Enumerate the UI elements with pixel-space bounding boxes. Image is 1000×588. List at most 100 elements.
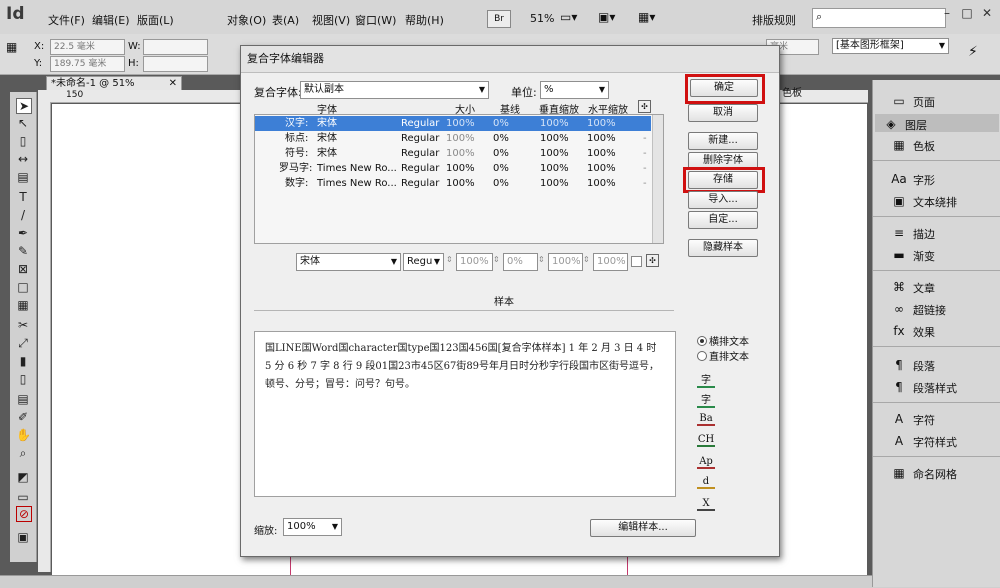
page-tool-icon[interactable]: ▯ — [16, 134, 30, 148]
panel-separator — [873, 160, 1000, 161]
table-row[interactable]: 符号: 宋体 Regular 100% 0% 100% 100% - — [255, 146, 651, 161]
custom-button[interactable]: 自定... — [688, 211, 758, 229]
reference-point-icon[interactable]: ▦ — [6, 40, 17, 54]
save-button[interactable]: 存储 — [688, 171, 758, 189]
edit-font-select[interactable]: 宋体 ▼ — [296, 253, 401, 271]
zoom-level[interactable]: 51% — [530, 12, 554, 25]
pencil-tool-icon[interactable]: ✎ — [16, 244, 30, 258]
arrange-documents-icon[interactable]: ▦▾ — [638, 10, 655, 24]
width-field[interactable] — [143, 39, 208, 55]
hand-tool-icon[interactable]: ✋ — [16, 428, 31, 442]
bridge-button[interactable]: Br — [487, 10, 511, 28]
unit-select[interactable]: % ▼ — [540, 81, 609, 99]
free-transform-tool-icon[interactable]: ⤢ — [16, 336, 30, 350]
minimize-icon[interactable]: – — [938, 6, 956, 20]
hscale-stepper-icon[interactable]: ⇕ — [583, 255, 590, 264]
swatches-panel-tab[interactable]: 色板 — [782, 84, 862, 99]
rectangle-tool-icon[interactable]: □ — [16, 280, 30, 294]
menu-edit[interactable]: 编辑(E) — [92, 12, 130, 28]
zoom-select[interactable]: 100% ▼ — [283, 518, 342, 536]
menu-window[interactable]: 窗口(W) — [355, 12, 396, 28]
view-options-icon[interactable]: ▭▾ — [560, 10, 577, 24]
composite-font-select[interactable]: 默认副本 ▼ — [300, 81, 489, 99]
layers-icon: ◈ — [886, 117, 896, 131]
x-height-icon[interactable]: X — [697, 498, 715, 511]
screen-mode-icon[interactable]: ▣▾ — [598, 10, 615, 24]
content-collector-icon[interactable]: ▤ — [16, 170, 30, 184]
menu-object[interactable]: 对象(O) — [227, 12, 266, 28]
height-field[interactable] — [143, 56, 208, 72]
edit-baseline-field[interactable]: 0% — [503, 253, 538, 271]
dialog-title: 复合字体编辑器 — [247, 52, 324, 65]
paragraph-style-icon: ¶ — [895, 380, 903, 394]
table-tool-icon[interactable]: ▦ — [16, 298, 30, 312]
size-stepper-icon[interactable]: ⇕ — [446, 255, 453, 264]
type-tool-icon[interactable]: T — [16, 190, 30, 204]
gradient-feather-tool-icon[interactable]: ▯ — [16, 372, 30, 386]
table-row[interactable]: 汉字: 宋体 Regular 100% 0% 100% 100% — [255, 116, 651, 131]
hide-sample-button[interactable]: 隐藏样本 — [688, 239, 758, 257]
maximize-icon[interactable]: □ — [958, 6, 976, 20]
workspace-switcher[interactable]: 排版规则 — [752, 12, 796, 28]
ichar-face-box-icon[interactable]: 字 — [697, 391, 715, 408]
new-button[interactable]: 新建... — [688, 132, 758, 150]
table-row[interactable]: 标点: 宋体 Regular 100% 0% 100% 100% - — [255, 131, 651, 146]
edit-vscale-field[interactable]: 100% — [548, 253, 583, 271]
tab-close-icon[interactable]: ✕ — [169, 77, 177, 91]
edit-style-select[interactable]: Regu ▼ — [403, 253, 444, 271]
menu-layout[interactable]: 版面(L) — [137, 12, 174, 28]
baseline-icon[interactable]: Ba — [697, 413, 715, 426]
selection-tool-icon[interactable]: ➤ — [16, 98, 32, 114]
gap-tool-icon[interactable]: ↔ — [16, 152, 30, 166]
grid-settings-icon[interactable]: ✣ — [638, 100, 651, 113]
panel-separator — [873, 346, 1000, 347]
menu-file[interactable]: 文件(F) — [48, 12, 85, 28]
baseline-stepper-icon[interactable]: ⇕ — [493, 255, 500, 264]
gradient-swatch-tool-icon[interactable]: ▮ — [16, 354, 30, 368]
cap-height-icon[interactable]: CH — [697, 434, 715, 447]
cancel-button[interactable]: 取消 — [688, 104, 758, 122]
table-row[interactable]: 数字: Times New Ro... Regular 100% 0% 100%… — [255, 176, 651, 191]
edit-hscale-field[interactable]: 100% — [593, 253, 628, 271]
table-scrollbar[interactable] — [652, 115, 663, 243]
object-style-select[interactable]: [基本图形框架] ▼ — [832, 38, 949, 54]
scissors-tool-icon[interactable]: ✂ — [16, 318, 30, 332]
vertical-text-radio[interactable] — [697, 351, 707, 361]
line-tool-icon[interactable]: / — [16, 208, 30, 222]
lightning-icon[interactable]: ⚡ — [968, 44, 978, 60]
formatting-affects-icon[interactable]: ▭ — [16, 490, 30, 504]
menu-help[interactable]: 帮助(H) — [405, 12, 444, 28]
named-grid-icon: ▦ — [893, 466, 905, 480]
ok-button[interactable]: 确定 — [690, 79, 758, 97]
horizontal-text-radio[interactable] — [697, 336, 707, 346]
character-style-icon: A — [894, 434, 904, 448]
descender-icon[interactable]: d — [697, 476, 715, 489]
panel-layers[interactable]: ◈ 图层 — [875, 114, 999, 132]
x-position-field[interactable]: 22.5 毫米 — [50, 39, 125, 55]
rectangle-frame-tool-icon[interactable]: ⊠ — [16, 262, 30, 276]
menu-table[interactable]: 表(A) — [272, 12, 299, 28]
edit-sample-button[interactable]: 编辑样本... — [590, 519, 696, 537]
edit-grid-icon[interactable]: ✣ — [646, 254, 659, 267]
import-button[interactable]: 导入... — [688, 191, 758, 209]
ideographic-box-icon[interactable]: 字 — [697, 371, 715, 388]
zoom-tool-icon[interactable]: ⌕ — [16, 446, 30, 460]
vscale-stepper-icon[interactable]: ⇕ — [538, 255, 545, 264]
close-icon[interactable]: ✕ — [978, 6, 996, 20]
note-tool-icon[interactable]: ▤ — [16, 392, 30, 406]
direct-selection-tool-icon[interactable]: ↖ — [16, 116, 30, 130]
fill-stroke-icon[interactable]: ◩ — [16, 470, 30, 484]
screen-mode-tool-icon[interactable]: ▣ — [16, 530, 30, 544]
table-row[interactable]: 罗马字: Times New Ro... Regular 100% 0% 100… — [255, 161, 651, 176]
pen-tool-icon[interactable]: ✒ — [16, 226, 30, 240]
ascender-icon[interactable]: Ap — [697, 456, 715, 469]
search-input[interactable]: ⌕ — [812, 8, 946, 28]
dialog-title-bar[interactable]: 复合字体编辑器 — [241, 46, 779, 73]
apply-none-icon[interactable]: ⊘ — [16, 506, 32, 522]
eyedropper-tool-icon[interactable]: ✐ — [16, 410, 30, 424]
x-label: X: — [34, 41, 45, 52]
y-position-field[interactable]: 189.75 毫米 — [50, 56, 125, 72]
menu-view[interactable]: 视图(V) — [312, 12, 350, 28]
edit-checkbox[interactable] — [631, 256, 642, 267]
edit-size-field[interactable]: 100% — [456, 253, 493, 271]
